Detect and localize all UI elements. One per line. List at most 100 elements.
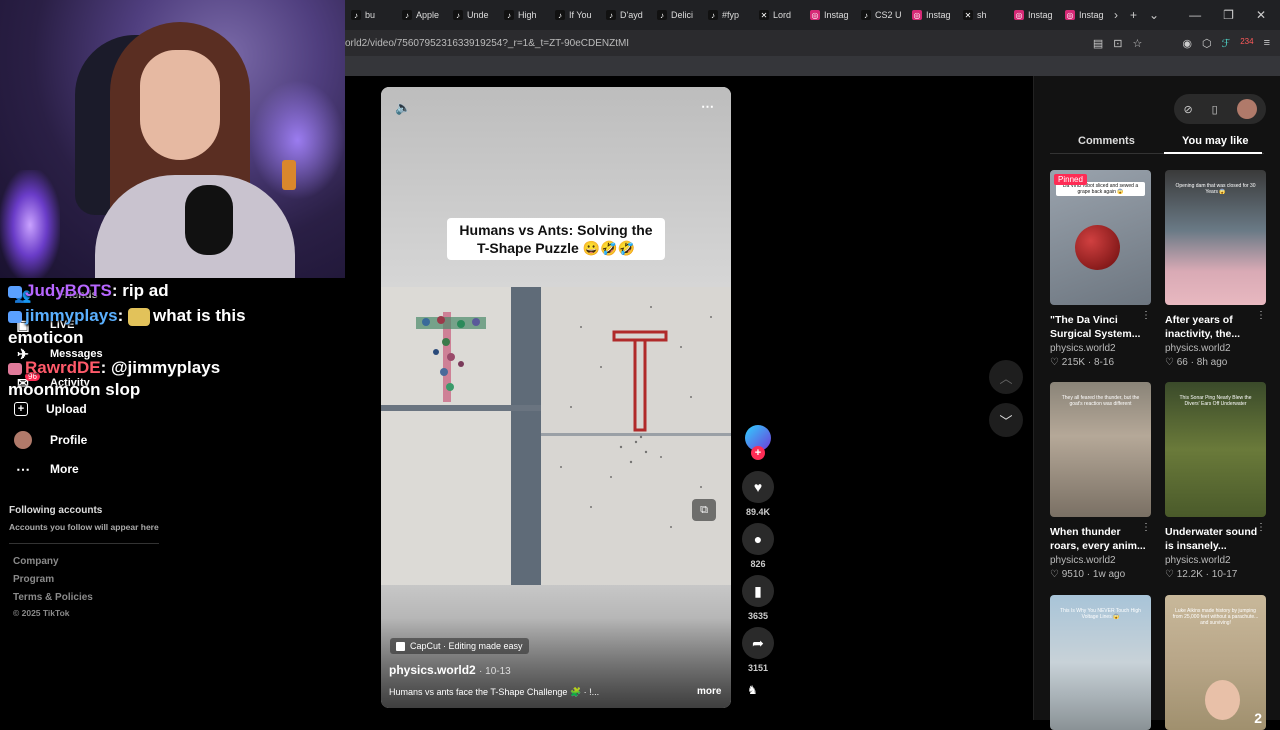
picture-in-picture-icon[interactable]: ⧉: [692, 499, 716, 521]
browser-tab[interactable]: ♪ High: [498, 0, 549, 30]
browser-tab[interactable]: ♪ Apple: [396, 0, 447, 30]
browser-tab[interactable]: ♪ bu: [345, 0, 396, 30]
recommended-video-card[interactable]: This Sonar Ping Nearly Blew the Divers' …: [1165, 382, 1266, 580]
sidebar-item-more[interactable]: ⋯ More: [14, 460, 79, 478]
recommended-video-card[interactable]: Luke Aikins made history by jumping from…: [1165, 595, 1266, 730]
browser-tab[interactable]: ◎ Instag: [906, 0, 957, 30]
footer-link-program[interactable]: Program: [13, 574, 54, 585]
browser-tab[interactable]: ◎ Instag: [1008, 0, 1059, 30]
video-thumbnail[interactable]: Luke Aikins made history by jumping from…: [1165, 595, 1266, 730]
url-text[interactable]: orld2/video/7560795231633919254?_r=1&_t=…: [345, 38, 1093, 49]
tab-label: CS2 U: [875, 10, 902, 20]
video-thumbnail[interactable]: This Is Why You NEVER Touch High Voltage…: [1050, 595, 1151, 730]
sidebar-item-upload[interactable]: + Upload: [14, 402, 87, 416]
toolbar-strip: [345, 56, 1280, 76]
browser-tab[interactable]: ✕ sh: [957, 0, 1008, 30]
comment-action[interactable]: ● 826: [742, 523, 774, 569]
reader-view-icon[interactable]: ▤: [1093, 37, 1103, 50]
extension-tool-icon[interactable]: ℱ: [1222, 37, 1231, 50]
video-player[interactable]: 🔈 ⋯ Humans vs Ants: Solving the T-Shape …: [381, 87, 731, 708]
like-action[interactable]: ♥ 89.4K: [742, 471, 774, 517]
device-icon[interactable]: ▯: [1212, 103, 1218, 116]
tab-comments[interactable]: Comments: [1078, 135, 1135, 147]
comment-icon[interactable]: ●: [742, 523, 774, 555]
restore-button[interactable]: ❐: [1223, 8, 1234, 22]
footer-link-company[interactable]: Company: [13, 556, 59, 567]
browser-tab[interactable]: ♪ Delici: [651, 0, 702, 30]
card-author[interactable]: physics.world2: [1165, 343, 1266, 354]
tab-label: High: [518, 10, 537, 20]
recommended-video-card[interactable]: They all feared the thunder, but the goa…: [1050, 382, 1151, 580]
sidebar-item-label: Upload: [46, 402, 87, 416]
extension-badge-icon[interactable]: 234: [1240, 37, 1253, 50]
share-action[interactable]: ➦ 3151: [742, 627, 774, 673]
thumbnail-number: 2: [1254, 710, 1262, 726]
next-video-button[interactable]: ﹀: [989, 403, 1023, 437]
tab-label: If You: [569, 10, 592, 20]
tab-you-may-like[interactable]: You may like: [1182, 135, 1248, 147]
compass-icon[interactable]: ⊘: [1183, 103, 1192, 116]
video-options-icon[interactable]: ⋯: [701, 99, 714, 115]
browser-tab[interactable]: ♪ If You: [549, 0, 600, 30]
bookmark-icon[interactable]: ▮: [742, 575, 774, 607]
sound-disc-icon[interactable]: ♞: [747, 683, 758, 697]
more-dots-icon: ⋯: [16, 460, 30, 477]
tiktok-icon: ♪: [453, 10, 463, 20]
previous-video-button[interactable]: ︿: [989, 360, 1023, 394]
browser-tab[interactable]: ♪ #fyp: [702, 0, 753, 30]
sidebar-item-profile[interactable]: Profile: [14, 431, 87, 449]
tab-list-icon[interactable]: ⌄: [1149, 8, 1159, 22]
card-stats: ♡ 9510 · 1w ago: [1050, 569, 1126, 580]
screenshot-icon[interactable]: ⊡: [1113, 37, 1122, 50]
minimize-button[interactable]: —: [1189, 8, 1201, 22]
volume-icon[interactable]: 🔈: [395, 100, 411, 116]
card-author[interactable]: physics.world2: [1165, 555, 1266, 566]
video-thumbnail[interactable]: Da Vinci robot sliced and sewed a grape …: [1050, 170, 1151, 305]
new-tab-button[interactable]: +: [1130, 8, 1137, 22]
recommended-video-card[interactable]: This Is Why You NEVER Touch High Voltage…: [1050, 595, 1151, 730]
tab-label: Apple: [416, 10, 440, 20]
browser-tab[interactable]: ◎ Instag: [804, 0, 855, 30]
tab-label: Delici: [671, 10, 694, 20]
card-author[interactable]: physics.world2: [1050, 343, 1151, 354]
card-options-icon[interactable]: ⋮: [1141, 522, 1151, 533]
x-icon: ✕: [963, 10, 973, 20]
menu-icon[interactable]: ≡: [1264, 37, 1270, 50]
browser-tab[interactable]: ◎ Instag: [1059, 0, 1110, 30]
recommended-video-card[interactable]: Opening dam that was closed for 30 Years…: [1165, 170, 1266, 368]
share-icon[interactable]: ➦: [742, 627, 774, 659]
recommended-video-card[interactable]: Da Vinci robot sliced and sewed a grape …: [1050, 170, 1151, 368]
extensions-icon[interactable]: ⬡: [1202, 37, 1212, 50]
capcut-tag[interactable]: CapCut · Editing made easy: [390, 638, 529, 654]
following-title: Following accounts: [9, 505, 103, 516]
bookmark-star-icon[interactable]: ☆: [1132, 37, 1142, 50]
browser-tab[interactable]: ♪ CS2 U: [855, 0, 906, 30]
more-button[interactable]: more: [697, 686, 721, 697]
video-thumbnail[interactable]: They all feared the thunder, but the goa…: [1050, 382, 1151, 517]
emote-icon: [128, 307, 150, 326]
account-icon[interactable]: ◉: [1182, 37, 1192, 50]
tab-label: sh: [977, 10, 987, 20]
close-window-button[interactable]: ✕: [1256, 8, 1266, 22]
video-thumbnail[interactable]: This Sonar Ping Nearly Blew the Divers' …: [1165, 382, 1266, 517]
card-author[interactable]: physics.world2: [1050, 555, 1151, 566]
tiktok-icon: ♪: [606, 10, 616, 20]
footer-link-terms[interactable]: Terms & Policies: [13, 592, 93, 603]
card-options-icon[interactable]: ⋮: [1256, 310, 1266, 321]
card-options-icon[interactable]: ⋮: [1256, 522, 1266, 533]
card-options-icon[interactable]: ⋮: [1141, 310, 1151, 321]
heart-icon[interactable]: ♥: [742, 471, 774, 503]
follow-button[interactable]: +: [751, 446, 765, 460]
profile-avatar: [14, 431, 32, 449]
tab-scroll-right-icon[interactable]: ›: [1114, 8, 1118, 22]
video-author[interactable]: physics.world2 · 10-13: [389, 663, 511, 677]
user-avatar[interactable]: [1236, 99, 1257, 119]
address-bar[interactable]: orld2/video/7560795231633919254?_r=1&_t=…: [345, 30, 1280, 56]
video-thumbnail[interactable]: Opening dam that was closed for 30 Years…: [1165, 170, 1266, 305]
browser-tab[interactable]: ✕ Lord: [753, 0, 804, 30]
browser-tab[interactable]: ♪ Unde: [447, 0, 498, 30]
instagram-icon: ◎: [1065, 10, 1075, 20]
save-action[interactable]: ▮ 3635: [742, 575, 774, 621]
browser-tab[interactable]: ♪ D'ayd: [600, 0, 651, 30]
pinned-badge: Pinned: [1054, 174, 1087, 185]
